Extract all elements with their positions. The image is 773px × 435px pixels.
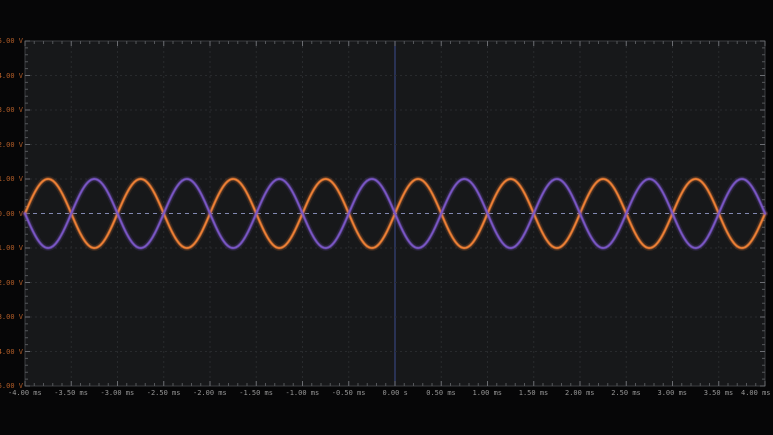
y-tick-label: -2.00 V [0,279,23,287]
y-tick-label: -1.00 V [0,244,23,252]
y-tick-label: 1.00 V [0,175,23,183]
x-tick-label: -2.00 ms [193,389,227,397]
x-tick-label: -1.00 ms [286,389,320,397]
x-tick-label: 3.50 ms [704,389,734,397]
y-tick-label: 0.00 V [0,210,23,218]
waveform-plot[interactable] [0,0,773,435]
x-tick-label: -3.00 ms [101,389,135,397]
x-tick-label: 3.00 ms [658,389,688,397]
y-tick-label: 2.00 V [0,141,23,149]
x-tick-label: -0.50 ms [332,389,366,397]
x-tick-label: 1.50 ms [519,389,549,397]
y-tick-label: -4.00 V [0,348,23,356]
x-tick-label: 2.50 ms [611,389,641,397]
y-tick-label: 3.00 V [0,106,23,114]
x-tick-label: 4.00 ms [741,389,771,397]
y-tick-label: 4.00 V [0,72,23,80]
oscilloscope-screen: 5.00 V 4.00 V 3.00 V 2.00 V 1.00 V 0.00 V -1.0… [0,0,773,435]
x-tick-label: 1.00 ms [473,389,503,397]
x-tick-label: -3.50 ms [54,389,88,397]
x-tick-label: -2.50 ms [147,389,181,397]
x-tick-label: -1.50 ms [239,389,273,397]
x-tick-label: 2.00 ms [565,389,595,397]
y-tick-label: 5.00 V [0,37,23,45]
x-tick-label: 0.00 s [383,389,408,397]
x-tick-label: -4.00 ms [8,389,42,397]
x-tick-label: 0.50 ms [426,389,456,397]
y-tick-label: -3.00 V [0,313,23,321]
